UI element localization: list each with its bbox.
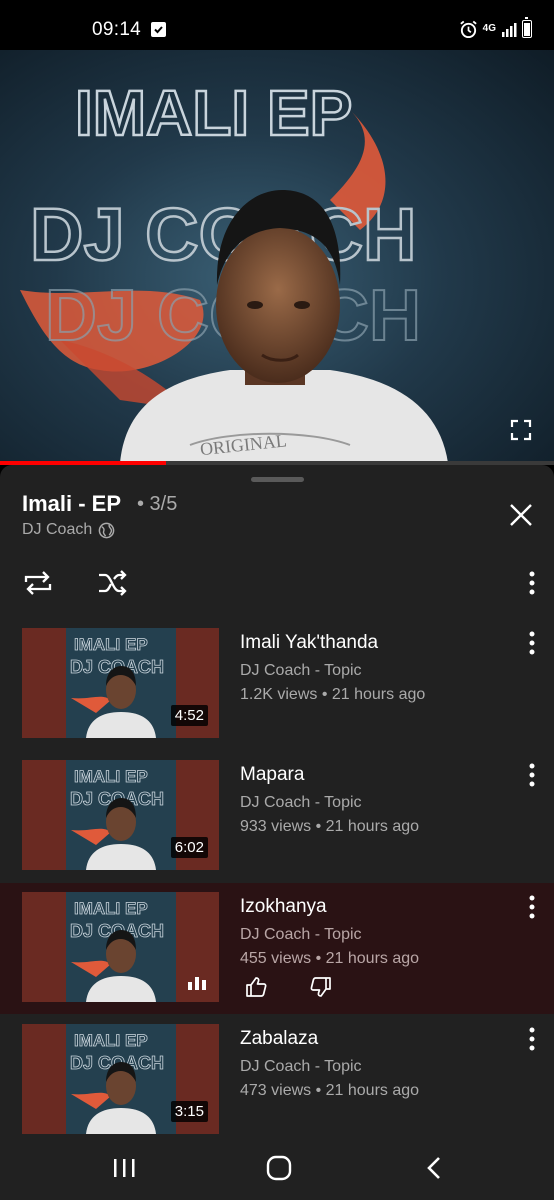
more-options-icon[interactable] (522, 894, 542, 920)
more-options-icon[interactable] (522, 1026, 542, 1052)
video-title[interactable]: Zabalaza (240, 1028, 318, 1050)
video-thumbnail[interactable]: IMALI EP DJ COACH 6:02 (22, 760, 219, 870)
video-title[interactable]: Imali Yak'thanda (240, 632, 378, 654)
playlist-position: • 3/5 (137, 493, 178, 515)
thumbnail-art-image: IMALI EP DJ COACH (66, 1024, 176, 1134)
battery-icon (522, 17, 532, 38)
svg-text:IMALI EP: IMALI EP (74, 899, 148, 918)
drag-handle[interactable] (251, 477, 304, 482)
cover-art-image: IMALI EP DJ COACH DJ COACH ORIGINAL (20, 76, 448, 463)
video-channel: DJ Coach - Topic (240, 662, 362, 679)
video-meta: 455 views • 21 hours ago (240, 950, 420, 967)
playlist-title: Imali - EP (22, 491, 122, 516)
video-meta: 933 views • 21 hours ago (240, 818, 420, 835)
playlist-channel-name: DJ Coach (22, 521, 93, 538)
signal-icon (502, 22, 517, 37)
video-meta: 1.2K views • 21 hours ago (240, 686, 426, 703)
network-type-label: 4G (482, 23, 496, 34)
close-icon[interactable] (508, 502, 534, 528)
video-title[interactable]: Izokhanya (240, 896, 327, 918)
more-options-icon[interactable] (522, 630, 542, 656)
shuffle-icon[interactable] (97, 569, 129, 597)
svg-text:IMALI EP: IMALI EP (74, 1031, 148, 1050)
fullscreen-button[interactable] (510, 419, 532, 441)
video-title[interactable]: Mapara (240, 764, 304, 786)
video-channel: DJ Coach - Topic (240, 1058, 362, 1075)
like-icon[interactable] (245, 976, 267, 998)
duration-badge: 6:02 (170, 837, 208, 858)
thumbnail-art-image: IMALI EP DJ COACH (66, 628, 176, 738)
cover-title-text: IMALI EP (75, 77, 352, 149)
system-navigation-bar (0, 1135, 554, 1200)
now-playing-icon (188, 977, 206, 990)
video-thumbnail[interactable]: IMALI EP DJ COACH (22, 892, 219, 1002)
duration-badge: 4:52 (170, 705, 208, 726)
recent-apps-icon[interactable] (111, 1157, 137, 1179)
playlist-item[interactable]: IMALI EP DJ COACH 6:02 Mapara DJ Coach -… (0, 760, 554, 882)
playlist-item-current[interactable]: IMALI EP DJ COACH Izokhanya DJ Coach - T… (0, 883, 554, 1014)
status-bar: 09:14 4G (0, 0, 554, 50)
globe-icon (98, 522, 115, 538)
video-player[interactable]: IMALI EP DJ COACH DJ COACH ORIGINAL (0, 50, 554, 463)
check-notification-icon (151, 22, 166, 37)
video-meta: 473 views • 21 hours ago (240, 1082, 420, 1099)
svg-text:IMALI EP: IMALI EP (74, 635, 148, 654)
loop-icon[interactable] (22, 569, 54, 597)
status-icons: 4G (459, 17, 532, 40)
more-options-icon[interactable] (522, 569, 542, 597)
home-icon[interactable] (266, 1155, 292, 1181)
playlist-panel: Imali - EP • 3/5 DJ Coach IMALI EP DJ CO… (0, 465, 554, 1135)
thumbnail-art-image: IMALI EP DJ COACH (66, 892, 176, 1002)
duration-badge: 3:15 (170, 1101, 208, 1122)
alarm-icon (459, 20, 477, 38)
video-thumbnail[interactable]: IMALI EP DJ COACH 4:52 (22, 628, 219, 738)
video-channel: DJ Coach - Topic (240, 794, 362, 811)
playlist-item[interactable]: IMALI EP DJ COACH 3:15 Zabalaza DJ Coach… (0, 1024, 554, 1135)
video-channel: DJ Coach - Topic (240, 926, 362, 943)
more-options-icon[interactable] (522, 762, 542, 788)
status-time: 09:14 (92, 19, 142, 40)
back-icon[interactable] (424, 1156, 446, 1180)
thumbnail-art-image: IMALI EP DJ COACH (66, 760, 176, 870)
dislike-icon[interactable] (310, 976, 332, 998)
playlist-channel[interactable]: DJ Coach (22, 521, 115, 539)
svg-text:IMALI EP: IMALI EP (74, 767, 148, 786)
playlist-item[interactable]: IMALI EP DJ COACH 4:52 Imali Yak'thanda … (0, 628, 554, 750)
video-thumbnail[interactable]: IMALI EP DJ COACH 3:15 (22, 1024, 219, 1134)
